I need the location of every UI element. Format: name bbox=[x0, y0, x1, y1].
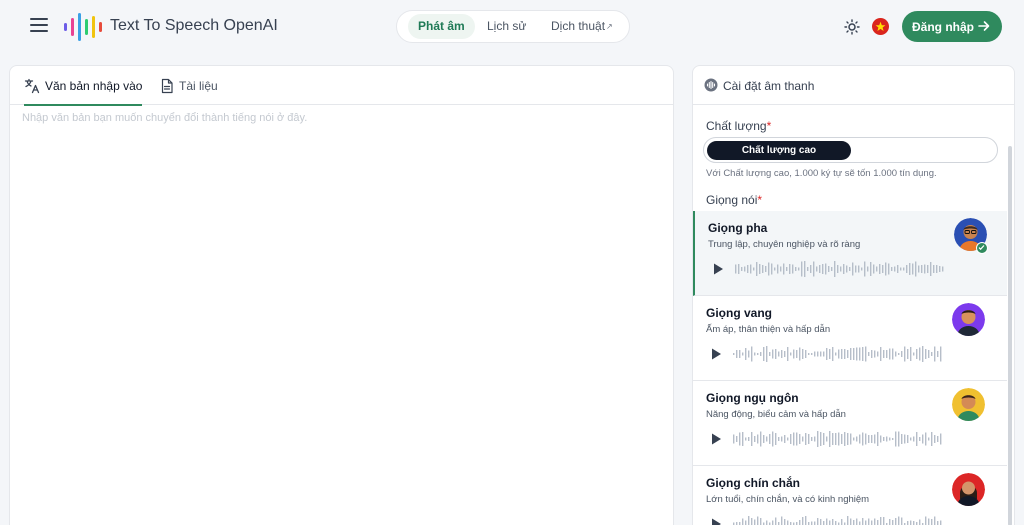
arrow-right-icon bbox=[978, 21, 990, 31]
avatar bbox=[952, 388, 985, 421]
play-icon[interactable] bbox=[708, 516, 724, 525]
settings-title: Cài đặt âm thanh bbox=[723, 79, 815, 93]
voice-card[interactable]: Giọng ngụ ngôn Năng động, biểu cảm và hấ… bbox=[693, 381, 1007, 466]
voice-card[interactable]: Giọng chín chắn Lớn tuổi, chín chắn, và … bbox=[693, 466, 1007, 525]
app-header: Text To Speech OpenAI Phát âm Lịch sử Dị… bbox=[0, 0, 1024, 54]
sun-icon[interactable] bbox=[844, 19, 860, 35]
voice-description: Trung lập, chuyên nghiệp và rõ ràng bbox=[708, 239, 861, 250]
required-mark: * bbox=[766, 119, 772, 133]
play-icon[interactable] bbox=[708, 431, 724, 447]
text-input[interactable] bbox=[22, 112, 662, 512]
sound-wave-icon bbox=[704, 78, 718, 92]
voice-name: Giọng pha bbox=[708, 221, 768, 235]
voice-description: Ấm áp, thân thiện và hấp dẫn bbox=[706, 324, 831, 335]
play-icon[interactable] bbox=[710, 261, 726, 277]
play-icon[interactable] bbox=[708, 346, 724, 362]
tab-text-input[interactable]: Văn bản nhập vào bbox=[24, 66, 143, 106]
document-icon bbox=[161, 78, 173, 94]
avatar bbox=[952, 303, 985, 336]
external-link-icon: ↗ bbox=[606, 22, 613, 31]
logo-icon bbox=[64, 13, 102, 41]
nav-lich-su[interactable]: Lịch sử bbox=[487, 11, 526, 42]
required-mark: * bbox=[757, 193, 763, 207]
selected-check-icon bbox=[976, 242, 988, 254]
quality-label-text: Chất lượng bbox=[706, 119, 767, 133]
voice-label-text: Giọng nói bbox=[706, 193, 758, 207]
quality-option-high[interactable]: Chất lượng cao bbox=[707, 141, 851, 160]
app-title: Text To Speech OpenAI bbox=[110, 17, 278, 34]
vietnam-flag-icon[interactable] bbox=[872, 18, 889, 35]
main-nav: Phát âm Lịch sử Dịch thuật↗ bbox=[396, 10, 630, 43]
scrollbar[interactable] bbox=[1008, 146, 1012, 525]
voice-label: Giọng nói* bbox=[706, 193, 762, 207]
quality-label: Chất lượng* bbox=[706, 119, 771, 133]
input-tabs: Văn bản nhập vào Tài liệu bbox=[10, 66, 673, 106]
tab-document[interactable]: Tài liệu bbox=[160, 66, 230, 105]
translate-icon bbox=[24, 78, 40, 94]
login-label: Đăng nhập bbox=[912, 20, 974, 34]
avatar bbox=[952, 473, 985, 506]
voice-description: Năng động, biểu cảm và hấp dẫn bbox=[706, 409, 846, 420]
voice-name: Giọng chín chắn bbox=[706, 476, 801, 490]
audio-settings-panel: Cài đặt âm thanh Chất lượng* Chất lượng … bbox=[692, 65, 1015, 525]
quality-note: Với Chất lượng cao, 1.000 ký tự sẽ tốn 1… bbox=[706, 168, 937, 179]
waveform-icon bbox=[733, 346, 942, 362]
tab-document-label: Tài liệu bbox=[179, 79, 218, 93]
voice-card[interactable]: Giọng vang Ấm áp, thân thiện và hấp dẫn bbox=[693, 296, 1007, 381]
voice-card[interactable]: Giọng pha Trung lập, chuyên nghiệp và rõ… bbox=[693, 211, 1007, 296]
tab-text-input-label: Văn bản nhập vào bbox=[45, 79, 143, 93]
waveform-icon bbox=[733, 516, 942, 525]
login-button[interactable]: Đăng nhập bbox=[902, 11, 1002, 42]
quality-selector: Chất lượng cao bbox=[703, 137, 998, 163]
waveform-icon bbox=[735, 261, 944, 277]
menu-icon[interactable] bbox=[30, 18, 48, 34]
nav-phat-am[interactable]: Phát âm bbox=[408, 14, 475, 39]
settings-header: Cài đặt âm thanh bbox=[693, 66, 1014, 105]
nav-dich-thuat[interactable]: Dịch thuật↗ bbox=[551, 11, 613, 42]
voice-name: Giọng vang bbox=[706, 306, 772, 320]
waveform-icon bbox=[733, 431, 942, 447]
text-input-panel: Văn bản nhập vào Tài liệu bbox=[9, 65, 674, 525]
voice-name: Giọng ngụ ngôn bbox=[706, 391, 799, 405]
nav-dich-thuat-label: Dịch thuật bbox=[551, 19, 606, 33]
voice-description: Lớn tuổi, chín chắn, và có kinh nghiệm bbox=[706, 494, 870, 505]
